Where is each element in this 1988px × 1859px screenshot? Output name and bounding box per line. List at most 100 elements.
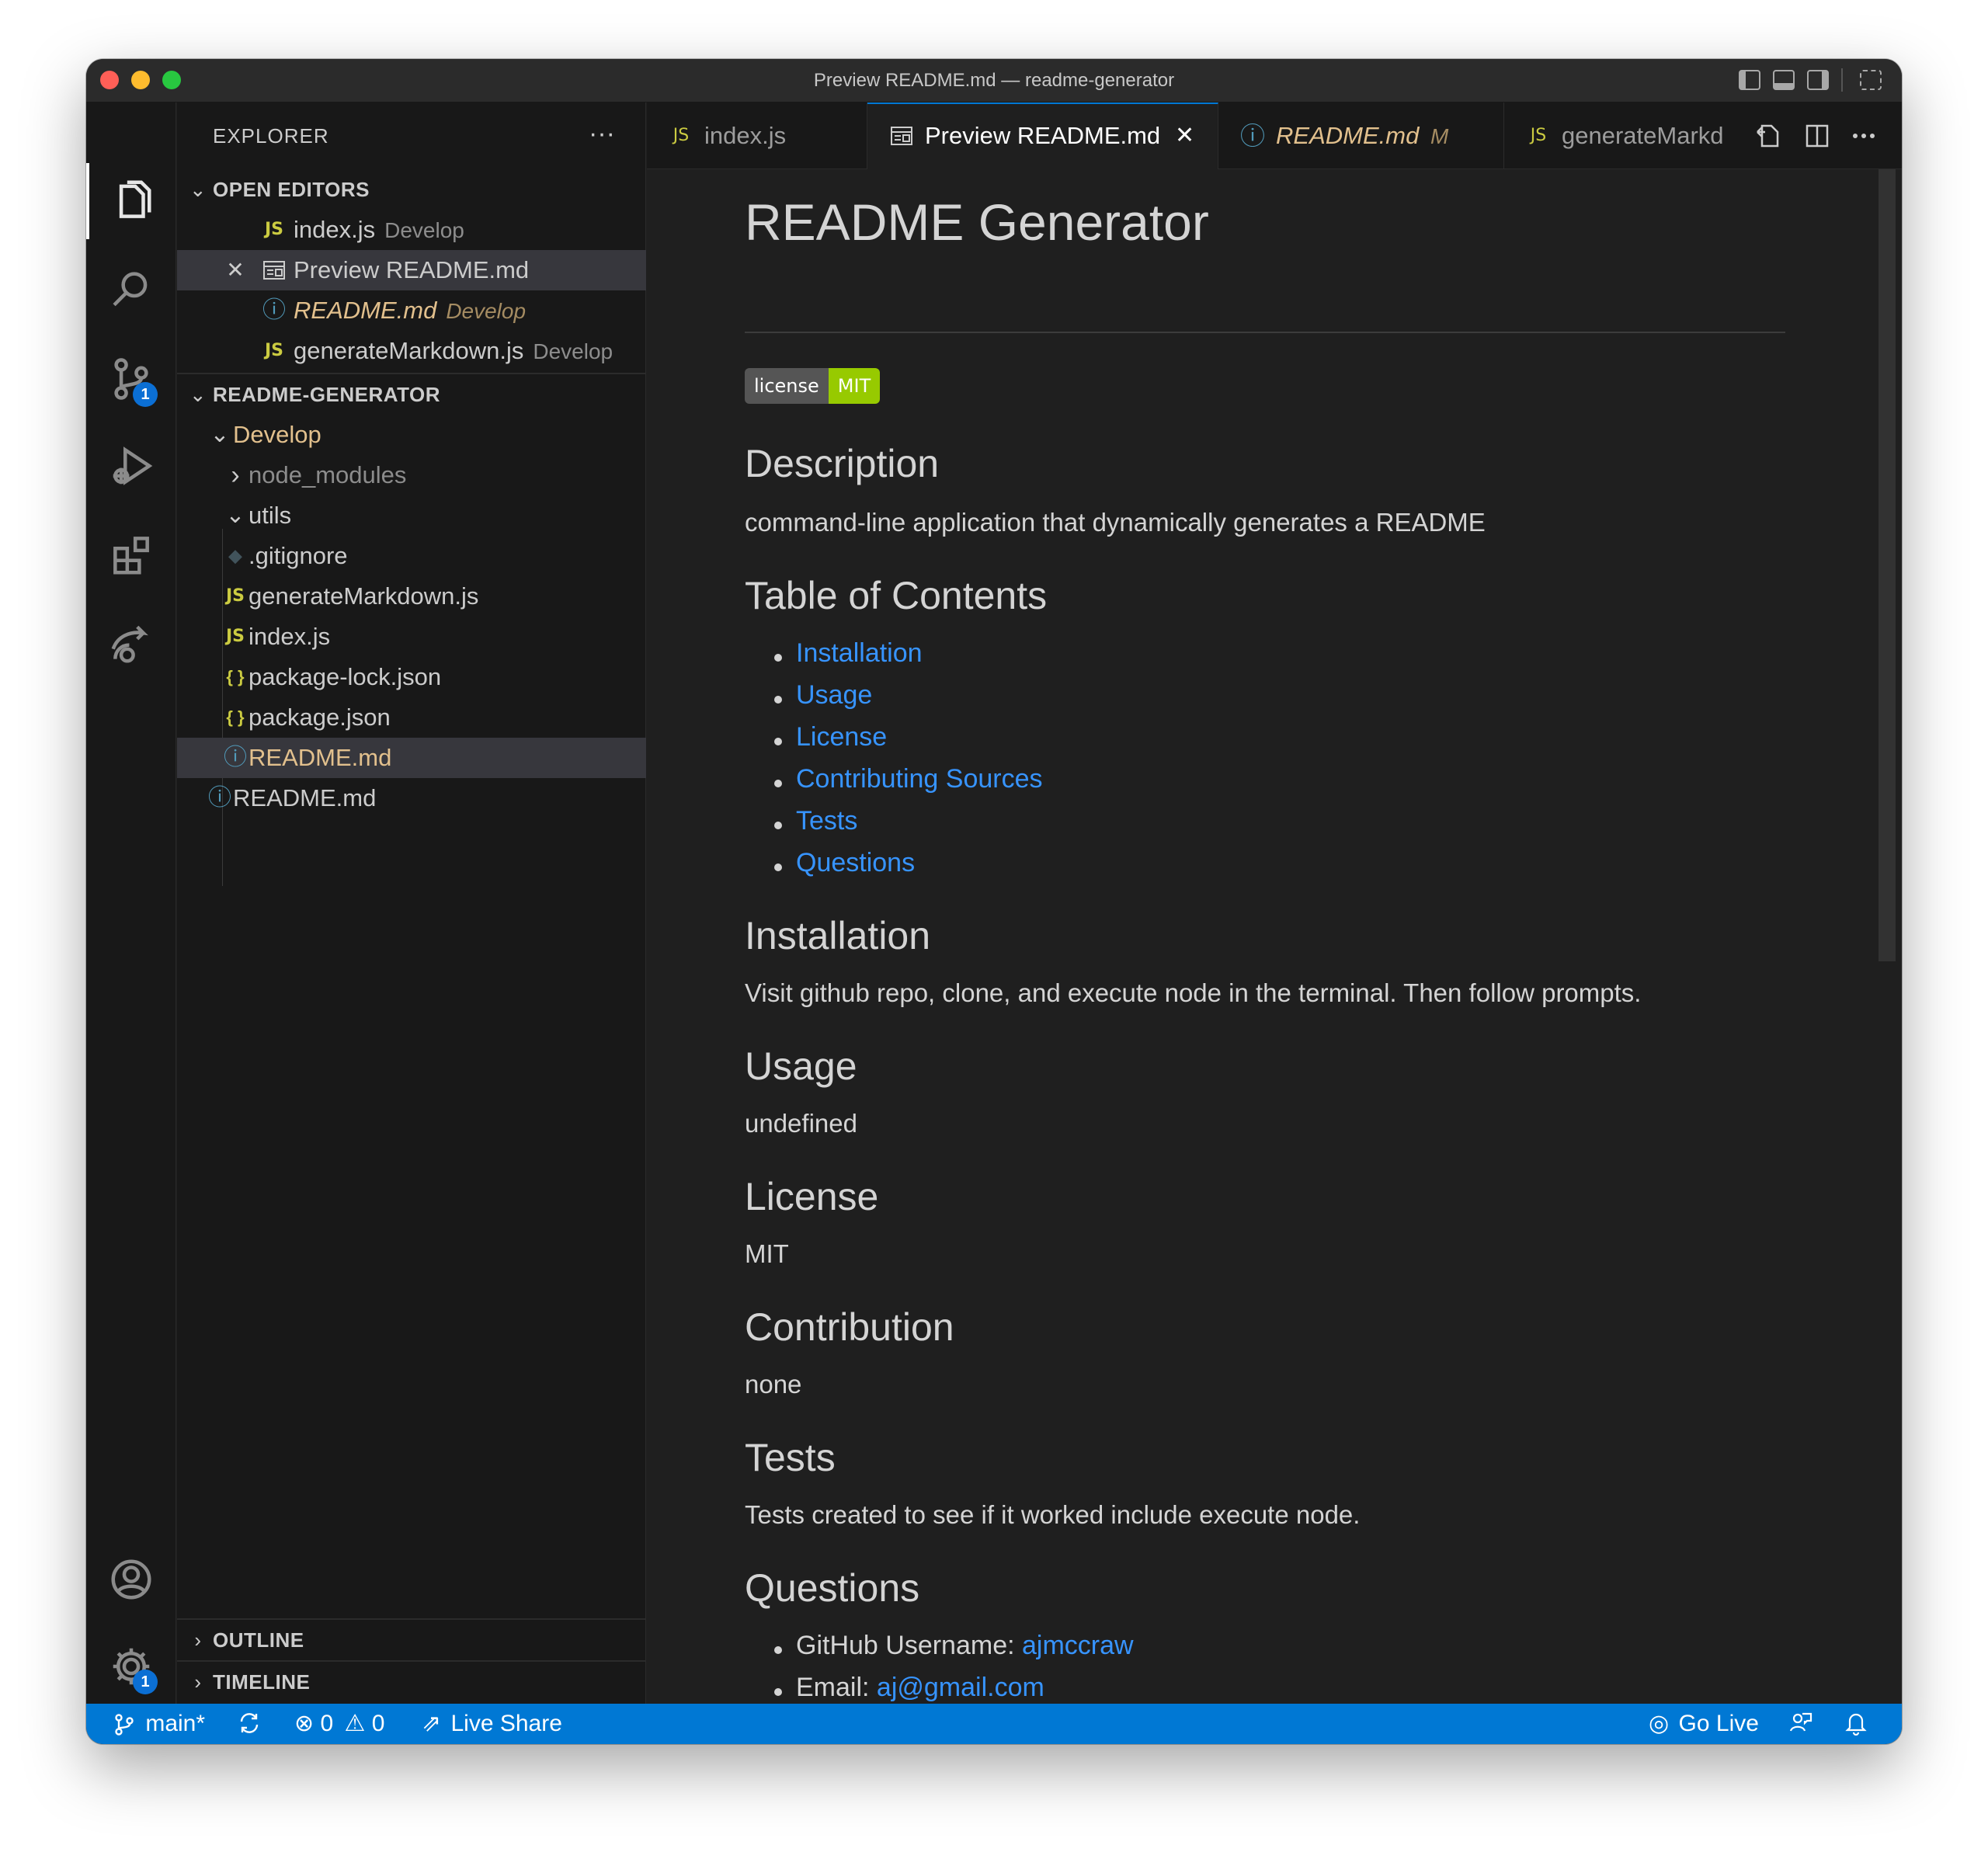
toc-link[interactable]: Installation bbox=[796, 638, 923, 668]
badge-label: license bbox=[745, 368, 829, 404]
heading-tests: Tests bbox=[745, 1436, 836, 1479]
branch-indicator[interactable]: main* bbox=[114, 1704, 205, 1744]
search-icon[interactable] bbox=[103, 261, 159, 317]
js-file-icon: JS bbox=[225, 627, 245, 646]
close-icon[interactable]: ✕ bbox=[222, 250, 248, 290]
feedback-icon[interactable] bbox=[1788, 1704, 1813, 1744]
tree-item[interactable]: JS generateMarkdown.js bbox=[177, 576, 646, 617]
more-actions-icon[interactable] bbox=[1849, 121, 1879, 151]
tree-item[interactable]: ◆ .gitignore bbox=[177, 536, 646, 576]
open-editors-section[interactable]: ⌄ OPEN EDITORS bbox=[177, 169, 646, 210]
problems-indicator[interactable]: ⊗ 0 ⚠ 0 bbox=[294, 1704, 384, 1744]
open-editors-label: OPEN EDITORS bbox=[213, 178, 370, 201]
open-editor-item[interactable]: ⓘ README.mdDevelop M bbox=[177, 290, 700, 331]
tree-item[interactable]: JS index.js bbox=[177, 617, 646, 657]
preview-icon bbox=[261, 250, 287, 295]
toc-link[interactable]: Questions bbox=[796, 848, 915, 877]
toc-link[interactable]: Contributing Sources bbox=[796, 764, 1043, 794]
toc-link[interactable]: License bbox=[796, 722, 887, 752]
scm-badge: 1 bbox=[133, 382, 158, 407]
toggle-panel-icon[interactable] bbox=[1773, 70, 1795, 90]
notifications-bell-icon[interactable] bbox=[1844, 1704, 1868, 1744]
toc-item: Usage bbox=[773, 680, 872, 711]
account-icon[interactable] bbox=[103, 1551, 159, 1607]
open-editor-desc: Develop bbox=[533, 339, 613, 363]
email-link[interactable]: aj@gmail.com bbox=[877, 1673, 1044, 1702]
toc-link[interactable]: Tests bbox=[796, 806, 857, 836]
page-title: README Generator bbox=[745, 193, 1209, 251]
github-label: GitHub Username: bbox=[796, 1631, 1022, 1660]
open-editor-item[interactable]: JS index.js Develop bbox=[177, 210, 646, 250]
tab-generate-markdown[interactable]: JS generateMarkd bbox=[1504, 103, 1750, 169]
folder-develop[interactable]: ⌄ Develop bbox=[177, 415, 699, 455]
editor-scrollbar[interactable] bbox=[1879, 169, 1896, 961]
timeline-section[interactable]: › TIMELINE bbox=[177, 1662, 646, 1702]
toggle-secondary-sidebar-icon[interactable] bbox=[1807, 70, 1829, 90]
js-file-icon: JS bbox=[1530, 126, 1547, 145]
chevron-right-icon: › bbox=[194, 1628, 202, 1652]
tree-item[interactable]: ⌄ utils bbox=[177, 495, 646, 536]
git-branch-icon bbox=[115, 1714, 134, 1736]
outline-section[interactable]: › OUTLINE bbox=[177, 1620, 646, 1660]
tab-close-icon[interactable]: ✕ bbox=[1175, 104, 1194, 168]
tab-label: Preview README.md bbox=[925, 122, 1161, 149]
tree-item-name: README.md bbox=[233, 784, 377, 811]
toggle-primary-sidebar-icon[interactable] bbox=[1739, 70, 1760, 90]
open-source-icon[interactable] bbox=[1754, 121, 1784, 151]
split-editor-icon[interactable] bbox=[1802, 121, 1832, 151]
github-link[interactable]: ajmccraw bbox=[1022, 1631, 1134, 1660]
error-icon: ⊗ bbox=[294, 1711, 315, 1736]
toc-link[interactable]: Usage bbox=[796, 680, 872, 710]
project-section[interactable]: ⌄ README-GENERATOR bbox=[177, 374, 646, 415]
extensions-icon[interactable] bbox=[103, 526, 159, 582]
tree-item-name: index.js bbox=[248, 623, 331, 650]
explorer-title: EXPLORER bbox=[213, 124, 329, 148]
heading-contribution: Contribution bbox=[745, 1305, 954, 1349]
js-file-icon: JS bbox=[264, 341, 284, 360]
run-debug-icon[interactable] bbox=[103, 438, 159, 494]
heading-usage: Usage bbox=[745, 1044, 857, 1088]
customize-layout-icon[interactable] bbox=[1860, 70, 1882, 90]
info-file-icon: ⓘ bbox=[208, 785, 231, 811]
tab-readme-md[interactable]: ⓘ README.md M bbox=[1218, 103, 1504, 169]
tree-item-selected[interactable]: ⓘ README.md M bbox=[177, 738, 700, 778]
tree-item[interactable]: { } package.json bbox=[177, 697, 646, 738]
remote-explorer-icon[interactable] bbox=[103, 615, 159, 671]
tree-item[interactable]: { } package-lock.json bbox=[177, 657, 646, 697]
tree-item-name: package.json bbox=[248, 704, 391, 731]
vscode-window: Preview README.md — readme-generator 1 1… bbox=[86, 59, 1902, 1744]
sync-icon[interactable] bbox=[237, 1704, 262, 1744]
tree-item-name: README.md bbox=[248, 744, 392, 771]
markdown-preview: README Generator license MIT Description… bbox=[647, 169, 1902, 1704]
json-file-icon: { } bbox=[226, 707, 245, 727]
js-file-icon: JS bbox=[264, 220, 284, 239]
go-live-button[interactable]: ◎ Go Live bbox=[1649, 1704, 1759, 1744]
tab-preview-readme[interactable]: Preview README.md ✕ bbox=[867, 103, 1218, 169]
live-share-icon: ⇗ bbox=[422, 1711, 442, 1736]
tab-label: README.md bbox=[1276, 122, 1420, 149]
open-editor-name: Preview README.md bbox=[294, 256, 530, 283]
open-editor-item[interactable]: ✕ Preview README.md bbox=[177, 250, 646, 290]
js-file-icon: JS bbox=[225, 586, 245, 606]
tests-text: Tests created to see if it worked includ… bbox=[745, 1500, 1361, 1529]
tree-item[interactable]: › node_modules bbox=[177, 455, 646, 495]
tab-label: generateMarkd bbox=[1562, 122, 1724, 149]
modified-marker: M bbox=[1430, 124, 1449, 148]
open-editor-name: README.md bbox=[294, 297, 437, 324]
files-icon[interactable] bbox=[103, 172, 159, 228]
tab-index-js[interactable]: JS index.js bbox=[647, 103, 867, 169]
live-share-button[interactable]: ⇗ Live Share bbox=[422, 1704, 562, 1744]
open-editor-item[interactable]: JS generateMarkdown.js Develop bbox=[177, 331, 646, 371]
broadcast-icon: ◎ bbox=[1649, 1711, 1670, 1736]
heading-license: License bbox=[745, 1175, 879, 1218]
description-text: command-line application that dynamicall… bbox=[745, 508, 1486, 537]
toc-item: Questions bbox=[773, 848, 915, 878]
tree-item[interactable]: ⓘ README.md bbox=[177, 778, 646, 818]
tree-item-name: generateMarkdown.js bbox=[248, 582, 479, 610]
title-bar: Preview README.md — readme-generator bbox=[86, 59, 1902, 103]
toc-item: Contributing Sources bbox=[774, 764, 1043, 794]
js-file-icon: JS bbox=[673, 126, 690, 145]
chevron-down-icon: ⌄ bbox=[189, 178, 207, 201]
explorer-more-actions[interactable]: ··· bbox=[589, 103, 615, 169]
status-bar: main* ⊗ 0 ⚠ 0 ⇗ Live Share ◎ Go Live bbox=[86, 1704, 1902, 1744]
